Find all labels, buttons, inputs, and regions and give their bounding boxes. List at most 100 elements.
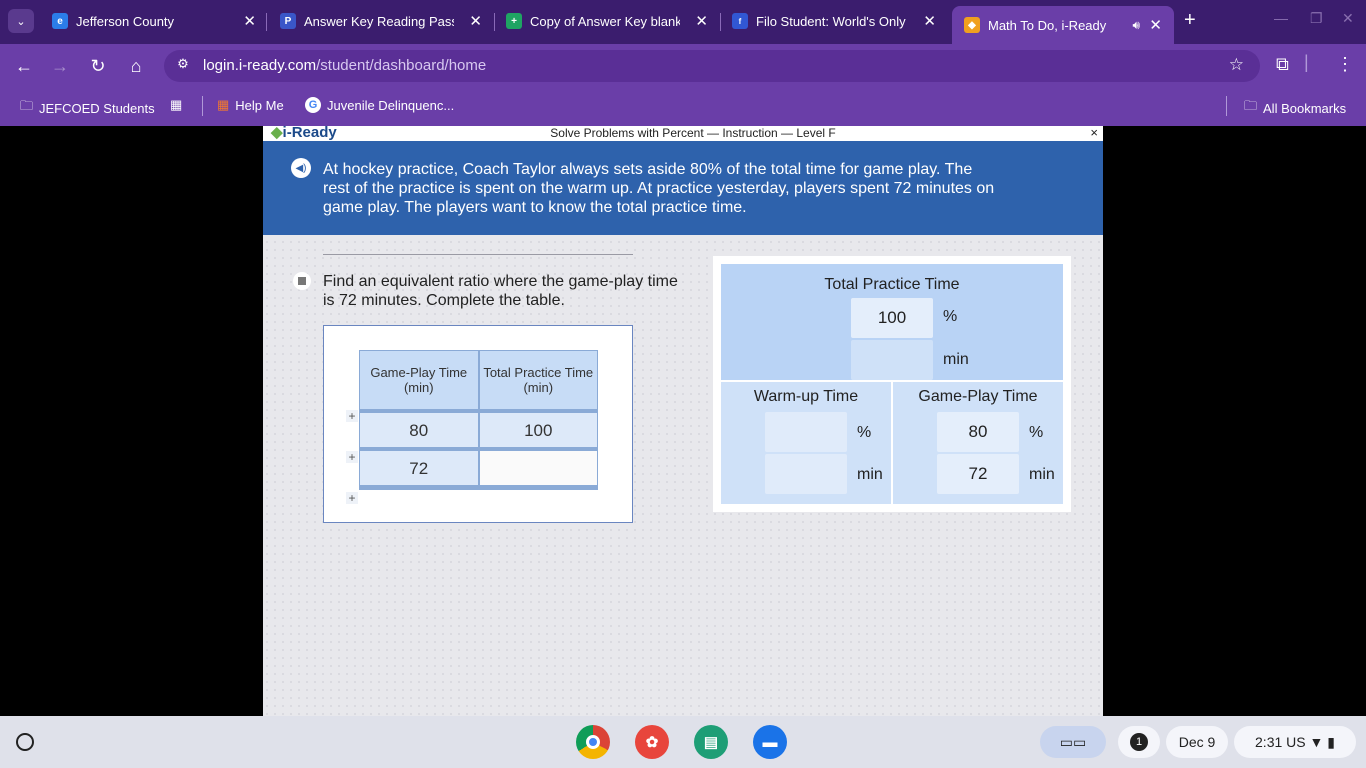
tab-search-button[interactable]: ⌄ — [8, 9, 34, 33]
close-window-icon[interactable]: ✕ — [1342, 10, 1354, 27]
answer-input-total-practice[interactable] — [477, 451, 597, 485]
bookmark-help-me[interactable]: ▦ Help Me — [217, 97, 284, 113]
bookmark-star-icon[interactable]: ☆ — [1229, 55, 1244, 75]
close-tab-icon[interactable]: ✕ — [695, 12, 708, 30]
tab-answer-key-reading[interactable]: P Answer Key Reading Passa ✕ — [268, 6, 494, 36]
warmup-label: Warm-up Time — [753, 388, 859, 405]
column-header-game-play: Game-Play Time (min) — [370, 365, 468, 395]
ratio-table-panel: + + + Game-Play Time (min) Total Practic… — [323, 325, 633, 523]
sheets-plus-icon: + — [506, 13, 522, 29]
total-percent-field[interactable]: 100 — [851, 298, 933, 338]
bookmark-label: Help Me — [235, 97, 284, 113]
table-row: 80 100 — [360, 413, 597, 451]
input-method-text: US — [1286, 734, 1306, 750]
bookmark-jefcoed-students[interactable]: 🗀︎ JEFCOED Students — [20, 97, 155, 119]
wifi-icon: ▼ — [1309, 734, 1324, 750]
page-viewport: ◆i-Ready Solve Problems with Percent — I… — [0, 124, 1366, 716]
add-row-icon[interactable]: + — [346, 492, 358, 504]
edge-blue-icon: e — [52, 13, 68, 29]
battery-icon: ▮ — [1327, 733, 1335, 750]
tab-title: Math To Do, i-Ready — [988, 17, 1107, 33]
menu-kebab-icon[interactable]: ⋮ — [1336, 54, 1354, 75]
notification-count: 1 — [1130, 733, 1148, 751]
step-marker-icon — [293, 272, 311, 290]
total-section: Total Practice Time 100 % min — [721, 264, 1063, 380]
tab-math-to-do-iready[interactable]: ◆ Math To Do, i-Ready 🔊︎ ✕ — [952, 6, 1174, 44]
column-header-total-practice: Total Practice Time (min) — [477, 351, 598, 409]
files-icon[interactable]: ▬ — [753, 725, 787, 759]
home-icon[interactable]: ⌂ — [122, 52, 150, 80]
problem-banner: ◀) At hockey practice, Coach Taylor alwa… — [263, 141, 1103, 235]
percent-unit: % — [943, 308, 958, 325]
new-tab-button[interactable]: + — [1184, 9, 1196, 32]
notification-center[interactable]: 1 — [1118, 726, 1160, 758]
gameplay-percent-field[interactable]: 80 — [937, 412, 1019, 452]
holding-space-icon[interactable]: ▭▭ — [1040, 726, 1106, 758]
tab-strip: ⌄ e Jefferson County ✕ P Answer Key Read… — [0, 0, 1366, 44]
tab-copy-answer-key[interactable]: + Copy of Answer Key blank - ✕ — [494, 6, 720, 36]
site-info-icon[interactable]: ⚙ — [172, 56, 194, 76]
all-bookmarks[interactable]: 🗀︎ All Bookmarks — [1244, 97, 1346, 119]
tab-title: Jefferson County — [76, 13, 175, 29]
close-tab-icon[interactable]: ✕ — [923, 12, 936, 30]
calendar-grid-icon: ▦ — [217, 97, 230, 112]
reload-icon[interactable]: ↻ — [84, 52, 112, 80]
all-bookmarks-label: All Bookmarks — [1263, 100, 1347, 116]
grid-icon: ▦ — [170, 97, 183, 112]
lesson-header: ◆i-Ready Solve Problems with Percent — I… — [263, 124, 1103, 141]
speaker-icon[interactable]: ◀) — [291, 158, 311, 178]
date-text: Dec 9 — [1178, 734, 1216, 750]
status-area[interactable]: 2:31 US ▼ ▮ — [1234, 726, 1356, 758]
warmup-min-field[interactable] — [765, 454, 847, 494]
calendar-date[interactable]: Dec 9 — [1166, 726, 1228, 758]
bookmarks-bar: 🗀︎ JEFCOED Students ▦ ▦ Help Me G Juveni… — [0, 88, 1366, 126]
google-g-icon: G — [305, 97, 321, 113]
table-row: 72 — [360, 451, 597, 489]
audio-playing-icon[interactable]: 🔊︎ — [1132, 18, 1140, 33]
restore-icon[interactable]: ❐ — [1310, 10, 1323, 27]
extensions-icon[interactable]: ⧉ — [1276, 54, 1289, 75]
pearson-p-icon: P — [280, 13, 296, 29]
add-row-icon[interactable]: + — [346, 410, 358, 422]
gameplay-min-field[interactable]: 72 — [937, 454, 1019, 494]
total-practice-label: Total Practice Time — [824, 276, 960, 293]
warmup-percent-field[interactable] — [765, 412, 847, 452]
tab-title: Filo Student: World's Only L — [756, 13, 906, 29]
total-min-field[interactable] — [851, 340, 933, 380]
close-tab-icon[interactable]: ✕ — [243, 12, 256, 30]
add-row-icon[interactable]: + — [346, 451, 358, 463]
address-bar[interactable]: ⚙ login.i-ready.com/student/dashboard/ho… — [164, 50, 1260, 82]
back-icon[interactable]: ← — [10, 52, 38, 80]
forward-icon[interactable]: → — [46, 52, 74, 80]
bookmark-label: JEFCOED Students — [39, 100, 155, 116]
close-tab-icon[interactable]: ✕ — [1149, 16, 1162, 34]
folder-icon: 🗀︎ — [1244, 98, 1258, 113]
minimize-icon[interactable]: — — [1274, 10, 1288, 26]
chrome-icon[interactable] — [576, 725, 610, 759]
url-text[interactable]: login.i-ready.com/student/dashboard/home — [203, 57, 486, 74]
min-unit: min — [857, 466, 883, 483]
table-cell: 72 — [360, 451, 478, 485]
gameplay-label: Game-Play Time — [918, 388, 1038, 405]
apps-grid-icon[interactable]: ▦ — [170, 97, 182, 113]
min-unit: min — [1029, 466, 1055, 483]
percent-unit: % — [857, 424, 872, 441]
divider — [323, 254, 633, 255]
launcher-icon[interactable] — [16, 733, 34, 751]
tab-filo-student[interactable]: f Filo Student: World's Only L ✕ — [720, 6, 948, 36]
toolbar-divider: | — [1304, 52, 1309, 72]
classroom-icon[interactable]: ▤ — [694, 725, 728, 759]
tab-jefferson-county[interactable]: e Jefferson County ✕ — [40, 6, 268, 36]
iready-cube-icon: ◆ — [964, 17, 980, 33]
min-unit: min — [943, 351, 969, 368]
lesson-title: Solve Problems with Percent — Instructio… — [550, 126, 836, 140]
table-cell: 80 — [360, 413, 478, 447]
clock-text: 2:31 — [1255, 734, 1283, 750]
palette-icon[interactable]: ✿ — [635, 725, 669, 759]
close-lesson-button[interactable]: × — [1090, 125, 1098, 140]
close-tab-icon[interactable]: ✕ — [469, 12, 482, 30]
bar-model: Total Practice Time 100 % min Warm-up Ti… — [713, 256, 1071, 512]
bookmark-juvenile-delinquency[interactable]: G Juvenile Delinquenc... — [305, 97, 454, 113]
warmup-section: Warm-up Time % min — [721, 382, 891, 504]
managed-folder-icon: 🗀︎ — [20, 98, 34, 113]
